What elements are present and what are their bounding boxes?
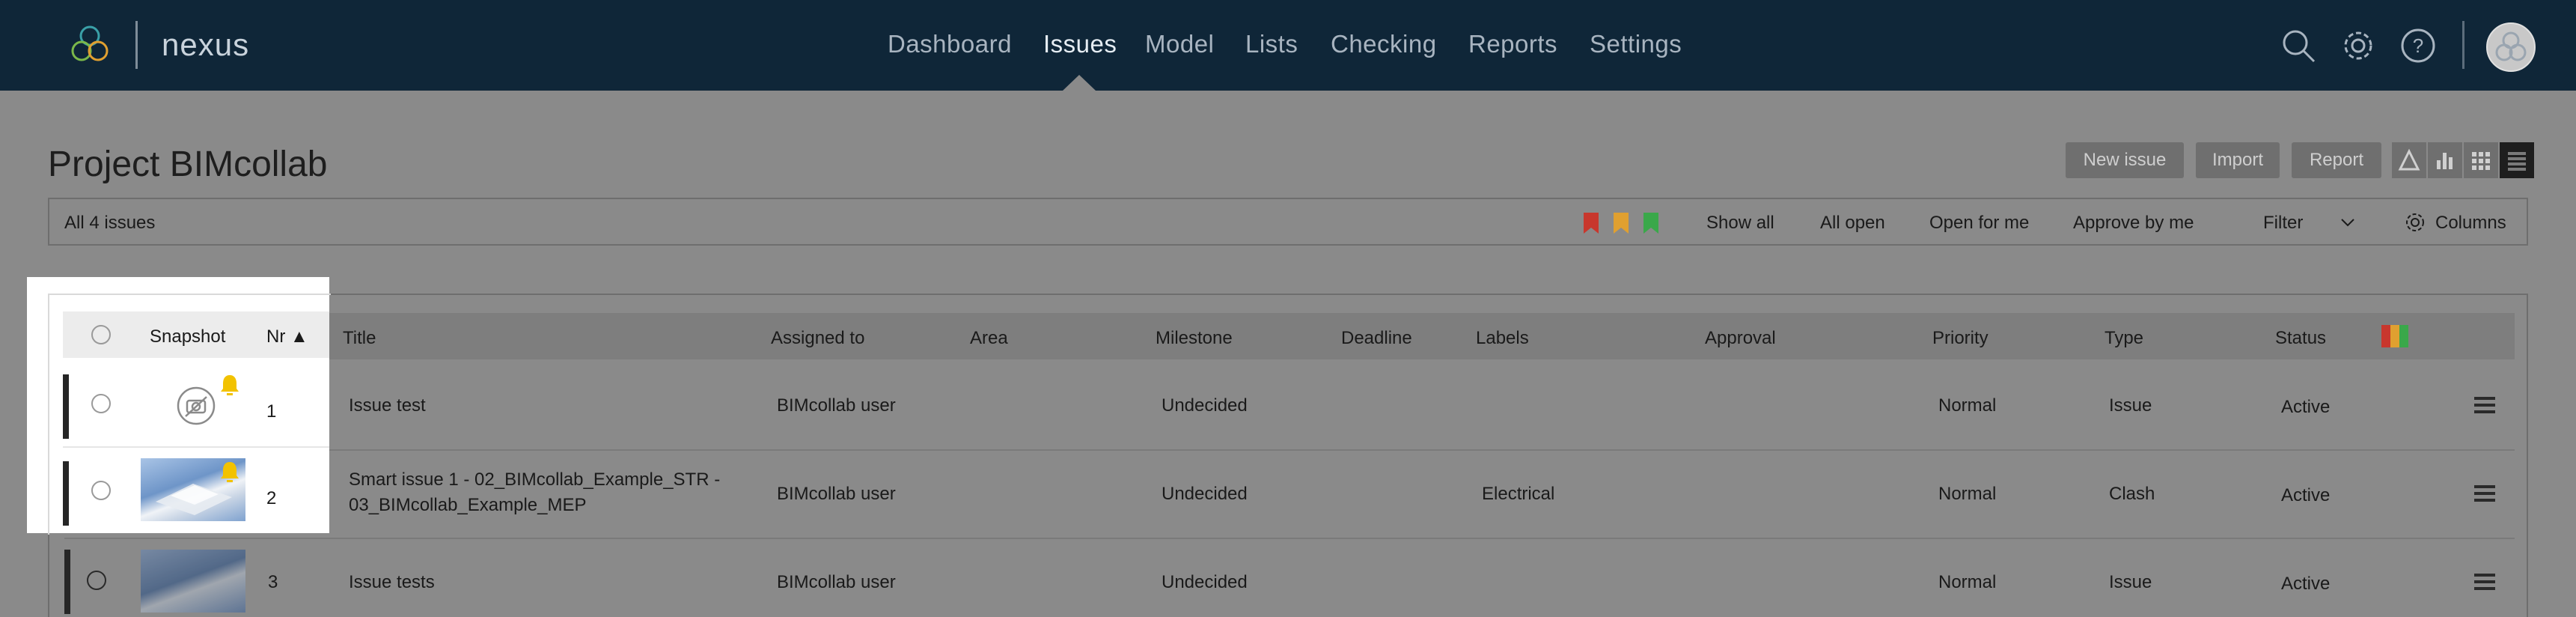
columns-button[interactable]: Columns <box>2435 213 2506 234</box>
row-milestone: Undecided <box>1162 484 1248 504</box>
nexus-logo-icon[interactable] <box>67 22 112 67</box>
row-assigned-to: BIMcollab user <box>777 572 896 592</box>
row-menu-icon[interactable] <box>2474 397 2495 413</box>
row-nr: 1 <box>266 401 277 422</box>
snapshot-thumbnail[interactable] <box>141 550 245 613</box>
filter-bar: All 4 issues Show all All open Open for … <box>48 198 2528 246</box>
row-menu-icon[interactable] <box>2474 574 2495 590</box>
search-icon[interactable] <box>2280 27 2317 64</box>
header-priority[interactable]: Priority <box>1932 328 1989 349</box>
row-status: Active <box>2281 397 2331 417</box>
nav-settings[interactable]: Settings <box>1590 30 1682 58</box>
import-button[interactable]: Import <box>2196 142 2280 178</box>
row-milestone: Undecided <box>1162 395 1248 416</box>
app-name: nexus <box>162 27 250 62</box>
row-indicator <box>63 461 69 526</box>
svg-text:?: ? <box>2413 34 2423 57</box>
nav-reports[interactable]: Reports <box>1468 30 1557 58</box>
chart-view-icon[interactable] <box>2428 142 2462 178</box>
grid-view-icon[interactable] <box>2464 142 2498 178</box>
row-assigned-to: BIMcollab user <box>777 395 896 416</box>
columns-gear-icon[interactable] <box>2404 211 2426 234</box>
orange-flag-icon[interactable] <box>1614 213 1629 234</box>
table-row[interactable]: 1 Issue test BIMcollab user Undecided No… <box>64 362 2515 451</box>
row-title[interactable]: Issue test <box>349 395 426 416</box>
list-view-icon[interactable] <box>2500 142 2534 178</box>
toolbar-divider <box>2462 21 2464 69</box>
green-flag-icon[interactable] <box>1643 213 1658 234</box>
help-icon[interactable]: ? <box>2399 27 2437 64</box>
header-status[interactable]: Status <box>2275 328 2326 349</box>
row-priority: Normal <box>1938 572 1997 592</box>
red-flag-icon[interactable] <box>1584 213 1599 234</box>
chevron-down-icon[interactable] <box>2340 214 2356 231</box>
header-title[interactable]: Title <box>343 328 376 349</box>
tutorial-highlight-region: Snapshot Nr ▲ 1 2 <box>27 277 331 535</box>
row-type: Issue <box>2109 572 2152 592</box>
logo-divider <box>135 21 138 69</box>
row-priority: Normal <box>1938 395 1997 416</box>
row-nr: 3 <box>268 572 278 592</box>
row-title[interactable]: Smart issue 1 - 02_BIMcollab_Example_STR… <box>349 467 768 518</box>
row-checkbox[interactable] <box>91 481 111 500</box>
nav-issues[interactable]: Issues <box>1043 30 1117 58</box>
table-header: Snapshot Nr ▲ Title Assigned to Area Mil… <box>64 313 2515 359</box>
header-nr[interactable]: Nr ▲ <box>266 326 308 347</box>
filter-dropdown[interactable]: Filter <box>2263 213 2303 234</box>
row-checkbox[interactable] <box>87 571 106 590</box>
no-snapshot-icon[interactable] <box>174 383 219 428</box>
row-assigned-to: BIMcollab user <box>777 484 896 504</box>
top-navigation-bar: nexus Dashboard Issues Model Lists Check… <box>0 0 2576 91</box>
nav-checking[interactable]: Checking <box>1331 30 1437 58</box>
user-avatar[interactable] <box>2486 22 2536 72</box>
nav-dashboard[interactable]: Dashboard <box>888 30 1012 58</box>
notification-bell-icon <box>219 460 241 484</box>
header-assigned-to[interactable]: Assigned to <box>771 328 864 349</box>
header-approval[interactable]: Approval <box>1705 328 1776 349</box>
report-button[interactable]: Report <box>2292 142 2381 178</box>
row-title[interactable]: Issue tests <box>349 572 435 593</box>
notification-bell-icon <box>219 373 241 397</box>
row-type: Issue <box>2109 395 2152 416</box>
open-for-me-filter[interactable]: Open for me <box>1929 213 2029 234</box>
active-tab-indicator <box>1063 75 1096 91</box>
header-snapshot[interactable]: Snapshot <box>150 326 225 347</box>
page-title: Project BIMcollab <box>48 145 328 184</box>
table-row[interactable]: 2 Smart issue 1 - 02_BIMcollab_Example_S… <box>64 451 2515 539</box>
header-type[interactable]: Type <box>2105 328 2143 349</box>
header-area[interactable]: Area <box>970 328 1008 349</box>
header-deadline[interactable]: Deadline <box>1341 328 1412 349</box>
table-row[interactable]: 3 Issue tests BIMcollab user Undecided N… <box>64 539 2515 617</box>
all-open-filter[interactable]: All open <box>1820 213 1885 234</box>
row-indicator <box>64 550 70 614</box>
highlight-table-header: Snapshot Nr ▲ <box>63 311 329 358</box>
header-milestone[interactable]: Milestone <box>1156 328 1233 349</box>
row-status: Active <box>2281 574 2331 594</box>
row-divider <box>63 446 329 448</box>
show-all-filter[interactable]: Show all <box>1706 213 1774 234</box>
row-type: Clash <box>2109 484 2155 504</box>
approve-by-me-filter[interactable]: Approve by me <box>2073 213 2194 234</box>
row-milestone: Undecided <box>1162 572 1248 592</box>
issues-table: Snapshot Nr ▲ Title Assigned to Area Mil… <box>48 294 2528 617</box>
select-all-checkbox[interactable] <box>91 325 111 344</box>
triangle-view-icon[interactable] <box>2392 142 2426 178</box>
row-status: Active <box>2281 485 2331 505</box>
row-indicator <box>63 374 69 439</box>
row-nr: 2 <box>266 488 277 508</box>
header-labels[interactable]: Labels <box>1476 328 1529 349</box>
issue-count: All 4 issues <box>64 213 156 233</box>
nav-lists[interactable]: Lists <box>1245 30 1298 58</box>
row-checkbox[interactable] <box>91 394 111 413</box>
row-menu-icon[interactable] <box>2474 485 2495 502</box>
new-issue-button[interactable]: New issue <box>2066 142 2184 178</box>
gear-icon[interactable] <box>2340 27 2377 64</box>
row-priority: Normal <box>1938 484 1997 504</box>
flag-column-icon[interactable] <box>2381 325 2408 347</box>
nav-model[interactable]: Model <box>1145 30 1214 58</box>
row-labels: Electrical <box>1482 484 1555 504</box>
